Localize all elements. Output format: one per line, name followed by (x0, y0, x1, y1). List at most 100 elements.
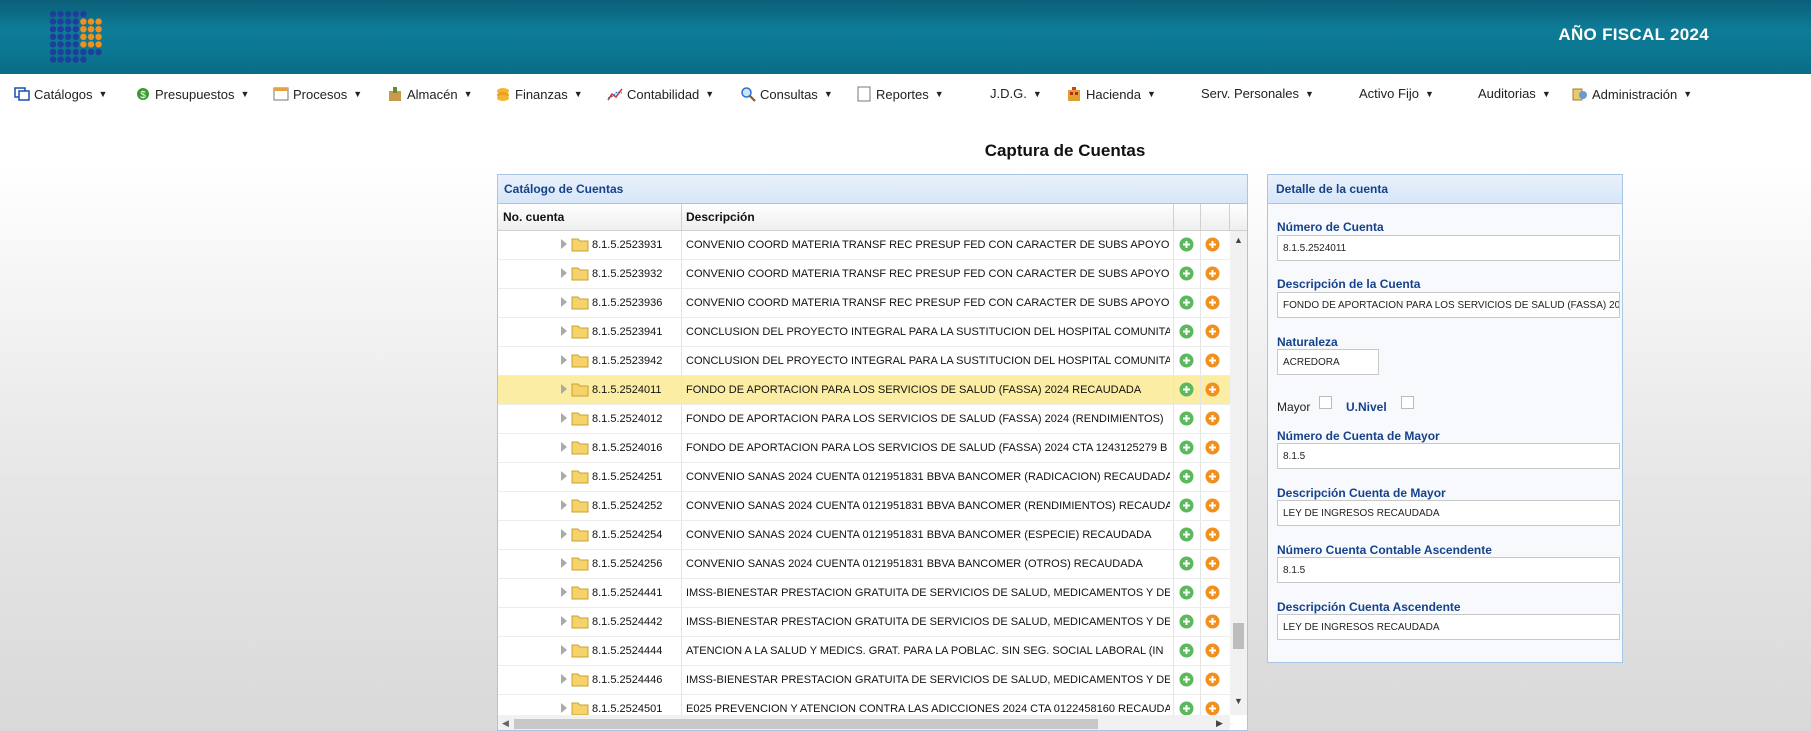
descripcion-cuenta-field[interactable]: FONDO DE APORTACION PARA LOS SERVICIOS D… (1277, 292, 1620, 318)
menu-hacienda[interactable]: Hacienda ▼ (1066, 86, 1156, 102)
table-row[interactable]: 8.1.5.2524446 IMSS-BIENESTAR PRESTACION G… (498, 666, 1233, 695)
add-child-plus-icon[interactable] (1179, 382, 1194, 397)
add-child-plus-icon[interactable] (1179, 672, 1194, 687)
table-row[interactable]: 8.1.5.2524444 ATENCION A LA SALUD Y MEDIC… (498, 637, 1233, 666)
add-sibling-plus-icon[interactable] (1205, 382, 1220, 397)
cuenta-ascendente-field[interactable]: 8.1.5 (1277, 557, 1620, 583)
menu-almacen[interactable]: Almacén ▼ (387, 86, 473, 102)
add-sibling-plus-icon[interactable] (1205, 672, 1220, 687)
menu-catalogos[interactable]: Catálogos ▼ (14, 86, 107, 102)
table-row[interactable]: 8.1.5.2524254 CONVENIO SANAS 2024 CUENTA … (498, 521, 1233, 550)
add-child-plus-icon[interactable] (1179, 237, 1194, 252)
scroll-left-icon[interactable]: ◀ (502, 718, 509, 729)
mayor-checkbox[interactable] (1319, 396, 1332, 409)
menu-contabilidad[interactable]: Contabilidad ▼ (607, 86, 714, 102)
add-child-plus-icon[interactable] (1179, 440, 1194, 455)
add-child-plus-icon[interactable] (1179, 266, 1194, 281)
expand-arrow-icon[interactable] (561, 384, 567, 394)
add-sibling-plus-icon[interactable] (1205, 266, 1220, 281)
menu-finanzas[interactable]: Finanzas ▼ (495, 86, 583, 102)
column-header-account[interactable]: No. cuenta (503, 210, 564, 224)
expand-arrow-icon[interactable] (561, 471, 567, 481)
menu-auditorias[interactable]: Auditorias ▼ (1478, 86, 1551, 101)
cuenta-mayor-field[interactable]: 8.1.5 (1277, 443, 1620, 469)
add-sibling-plus-icon[interactable] (1205, 527, 1220, 542)
table-row[interactable]: 8.1.5.2524012 FONDO DE APORTACION PARA LO… (498, 405, 1233, 434)
desc-ascendente-field[interactable]: LEY DE INGRESOS RECAUDADA (1277, 614, 1620, 640)
expand-arrow-icon[interactable] (561, 587, 567, 597)
table-row[interactable]: 8.1.5.2524442 IMSS-BIENESTAR PRESTACION G… (498, 608, 1233, 637)
scroll-down-icon[interactable]: ▼ (1234, 696, 1243, 706)
menu-consultas[interactable]: Consultas ▼ (740, 86, 833, 102)
menu-serv-personales[interactable]: Serv. Personales ▼ (1201, 86, 1314, 101)
table-row[interactable]: 8.1.5.2523941 CONCLUSION DEL PROYECTO INT… (498, 318, 1233, 347)
table-row[interactable]: 8.1.5.2524441 IMSS-BIENESTAR PRESTACION G… (498, 579, 1233, 608)
add-sibling-plus-icon[interactable] (1205, 411, 1220, 426)
expand-arrow-icon[interactable] (561, 268, 567, 278)
add-sibling-plus-icon[interactable] (1205, 469, 1220, 484)
naturaleza-field[interactable]: ACREDORA (1277, 349, 1379, 375)
table-row[interactable]: 8.1.5.2524252 CONVENIO SANAS 2024 CUENTA … (498, 492, 1233, 521)
menu-activo-fijo[interactable]: Activo Fijo ▼ (1359, 86, 1434, 101)
add-child-plus-icon[interactable] (1179, 527, 1194, 542)
add-child-plus-icon[interactable] (1179, 498, 1194, 513)
add-sibling-plus-icon[interactable] (1205, 643, 1220, 658)
table-row[interactable]: 8.1.5.2524251 CONVENIO SANAS 2024 CUENTA … (498, 463, 1233, 492)
expand-arrow-icon[interactable] (561, 645, 567, 655)
vertical-scrollbar[interactable]: ▲ ▼ (1230, 231, 1247, 715)
table-row[interactable]: 8.1.5.2523932 CONVENIO COORD MATERIA TRAN… (498, 260, 1233, 289)
expand-arrow-icon[interactable] (561, 355, 567, 365)
table-row[interactable]: 8.1.5.2524011 FONDO DE APORTACION PARA LO… (498, 376, 1233, 405)
add-sibling-plus-icon[interactable] (1205, 701, 1220, 716)
scroll-right-icon[interactable]: ▶ (1216, 718, 1223, 729)
add-child-plus-icon[interactable] (1179, 469, 1194, 484)
horizontal-scrollbar[interactable]: ◀ ▶ (498, 715, 1230, 730)
add-sibling-plus-icon[interactable] (1205, 498, 1220, 513)
add-sibling-plus-icon[interactable] (1205, 440, 1220, 455)
add-sibling-plus-icon[interactable] (1205, 585, 1220, 600)
expand-arrow-icon[interactable] (561, 674, 567, 684)
table-row[interactable]: 8.1.5.2523936 CONVENIO COORD MATERIA TRAN… (498, 289, 1233, 318)
add-sibling-plus-icon[interactable] (1205, 614, 1220, 629)
table-row[interactable]: 8.1.5.2523942 CONCLUSION DEL PROYECTO INT… (498, 347, 1233, 376)
add-sibling-plus-icon[interactable] (1205, 324, 1220, 339)
add-child-plus-icon[interactable] (1179, 614, 1194, 629)
add-sibling-plus-icon[interactable] (1205, 295, 1220, 310)
expand-arrow-icon[interactable] (561, 616, 567, 626)
expand-arrow-icon[interactable] (561, 703, 567, 713)
table-row[interactable]: 8.1.5.2524256 CONVENIO SANAS 2024 CUENTA … (498, 550, 1233, 579)
expand-arrow-icon[interactable] (561, 442, 567, 452)
expand-arrow-icon[interactable] (561, 558, 567, 568)
add-child-plus-icon[interactable] (1179, 411, 1194, 426)
menu-presupuestos[interactable]: $ Presupuestos ▼ (135, 86, 249, 102)
add-sibling-plus-icon[interactable] (1205, 556, 1220, 571)
expand-arrow-icon[interactable] (561, 239, 567, 249)
vertical-scroll-thumb[interactable] (1233, 623, 1244, 649)
add-child-plus-icon[interactable] (1179, 585, 1194, 600)
add-child-plus-icon[interactable] (1179, 295, 1194, 310)
table-row[interactable]: 8.1.5.2524016 FONDO DE APORTACION PARA LO… (498, 434, 1233, 463)
menu-procesos[interactable]: Procesos ▼ (273, 86, 362, 102)
expand-arrow-icon[interactable] (561, 326, 567, 336)
expand-arrow-icon[interactable] (561, 297, 567, 307)
add-child-plus-icon[interactable] (1179, 353, 1194, 368)
expand-arrow-icon[interactable] (561, 500, 567, 510)
column-header-description[interactable]: Descripción (686, 210, 755, 224)
univel-checkbox[interactable] (1401, 396, 1414, 409)
expand-arrow-icon[interactable] (561, 529, 567, 539)
expand-arrow-icon[interactable] (561, 413, 567, 423)
menu-jdg[interactable]: J.D.G. ▼ (990, 86, 1042, 101)
table-row[interactable]: 8.1.5.2523931 CONVENIO COORD MATERIA TRAN… (498, 231, 1233, 260)
horizontal-scroll-thumb[interactable] (514, 719, 1098, 729)
add-child-plus-icon[interactable] (1179, 556, 1194, 571)
desc-mayor-field[interactable]: LEY DE INGRESOS RECAUDADA (1277, 500, 1620, 526)
add-child-plus-icon[interactable] (1179, 324, 1194, 339)
add-sibling-plus-icon[interactable] (1205, 353, 1220, 368)
scroll-up-icon[interactable]: ▲ (1234, 235, 1243, 245)
add-sibling-plus-icon[interactable] (1205, 237, 1220, 252)
add-child-plus-icon[interactable] (1179, 643, 1194, 658)
menu-administracion[interactable]: Administración ▼ (1572, 86, 1692, 102)
add-child-plus-icon[interactable] (1179, 701, 1194, 716)
numero-cuenta-field[interactable]: 8.1.5.2524011 (1277, 235, 1620, 261)
menu-reportes[interactable]: Reportes ▼ (856, 86, 944, 102)
